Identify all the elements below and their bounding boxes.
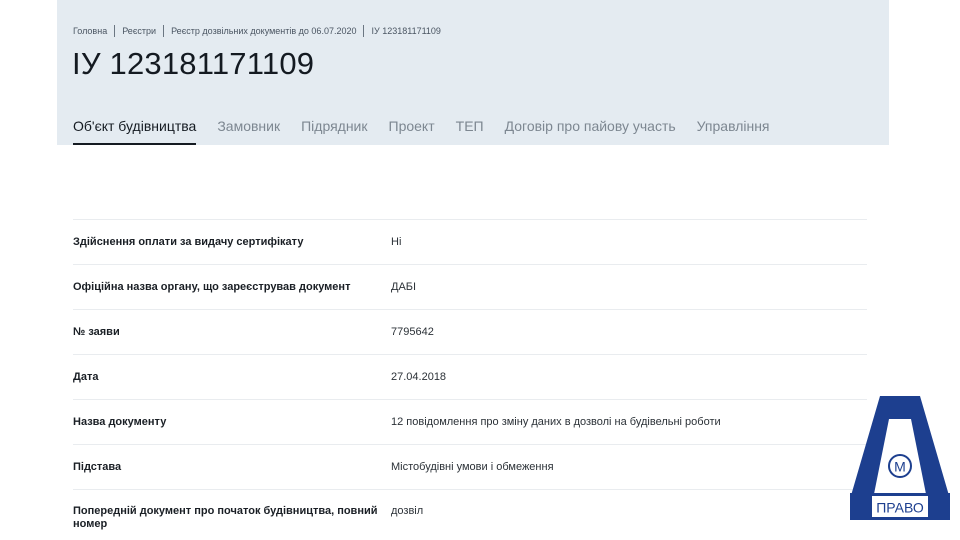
detail-value: дозвіл (391, 505, 424, 517)
detail-label: № заяви (73, 325, 120, 338)
detail-value: 12 повідомлення про зміну даних в дозвол… (391, 415, 721, 428)
logo-a-icon: М ПРАВО (850, 396, 950, 520)
tab-project[interactable]: Проект (389, 116, 435, 145)
detail-row-basis: Підстава Містобудівні умови і обмеження (73, 445, 867, 490)
tab-tep[interactable]: ТЕП (456, 116, 484, 145)
breadcrumb: Головна Реєстри Реєстр дозвільних докуме… (73, 24, 441, 38)
page-title: ІУ 123181171109 (72, 46, 315, 81)
breadcrumb-separator (363, 25, 365, 37)
tab-bar: Об'єкт будівництва Замовник Підрядник Пр… (73, 116, 791, 145)
detail-row-document-name: Назва документу 12 повідомлення про змін… (73, 400, 867, 445)
detail-value: 27.04.2018 (391, 370, 447, 383)
detail-label: Здійснення оплати за видачу сертифікату (73, 235, 304, 248)
breadcrumb-home[interactable]: Головна (73, 26, 107, 36)
detail-value: ДАБІ (391, 280, 417, 293)
detail-value: Ні (391, 235, 402, 248)
details-table: Здійснення оплати за видачу сертифікату … (73, 219, 867, 538)
pravo-logo: М ПРАВО (850, 393, 950, 520)
detail-row-application-number: № заяви 7795642 (73, 310, 867, 355)
detail-label: Дата (73, 370, 99, 383)
breadcrumb-current: ІУ 123181171109 (371, 26, 441, 36)
detail-value: 7795642 (391, 325, 434, 338)
tab-management[interactable]: Управління (697, 116, 770, 145)
detail-value: Містобудівні умови і обмеження (391, 460, 554, 473)
breadcrumb-separator (114, 25, 116, 37)
detail-row-date: Дата 27.04.2018 (73, 355, 867, 400)
detail-row-payment: Здійснення оплати за видачу сертифікату … (73, 220, 867, 265)
detail-label: Назва документу (73, 415, 167, 428)
tab-contractor[interactable]: Підрядник (301, 116, 367, 145)
breadcrumb-registries[interactable]: Реєстри (122, 26, 156, 36)
detail-row-authority: Офіційна назва органу, що зареєстрував д… (73, 265, 867, 310)
tab-customer[interactable]: Замовник (217, 116, 280, 145)
tab-share-contract[interactable]: Договір про пайову участь (505, 116, 676, 145)
breadcrumb-separator (163, 25, 165, 37)
logo-text: ПРАВО (876, 500, 924, 516)
detail-label: Попередній документ про початок будівниц… (73, 505, 378, 530)
tab-construction-object[interactable]: Об'єкт будівництва (73, 116, 197, 145)
logo-a-shape (850, 396, 950, 499)
page: Головна Реєстри Реєстр дозвільних докуме… (0, 0, 960, 540)
detail-label: Офіційна назва органу, що зареєстрував д… (73, 280, 351, 293)
detail-row-previous-document: Попередній документ про початок будівниц… (73, 490, 867, 538)
detail-label: Підстава (73, 460, 122, 473)
breadcrumb-permit-registry[interactable]: Реєстр дозвільних документів до 06.07.20… (171, 26, 356, 36)
logo-mark: М (894, 459, 906, 475)
